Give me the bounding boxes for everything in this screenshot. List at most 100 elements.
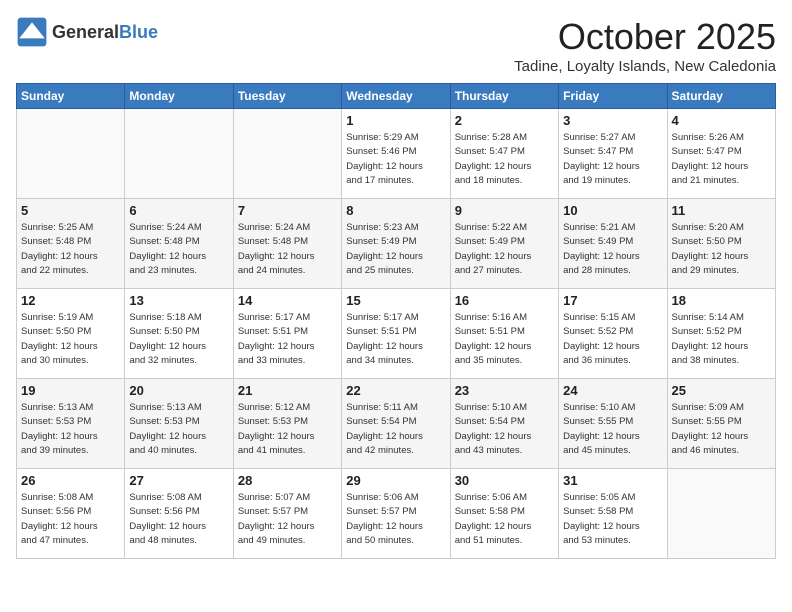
day-info: Sunrise: 5:25 AM Sunset: 5:48 PM Dayligh… bbox=[21, 221, 120, 278]
calendar-cell: 28 Sunrise: 5:07 AM Sunset: 5:57 PM Dayli… bbox=[233, 469, 341, 559]
day-number: 11 bbox=[672, 203, 771, 218]
day-info: Sunrise: 5:17 AM Sunset: 5:51 PM Dayligh… bbox=[346, 311, 445, 368]
weekday-header-sunday: Sunday bbox=[17, 84, 125, 109]
day-info: Sunrise: 5:10 AM Sunset: 5:55 PM Dayligh… bbox=[563, 401, 662, 458]
day-info: Sunrise: 5:21 AM Sunset: 5:49 PM Dayligh… bbox=[563, 221, 662, 278]
calendar-cell: 8 Sunrise: 5:23 AM Sunset: 5:49 PM Daylig… bbox=[342, 199, 450, 289]
weekday-header-friday: Friday bbox=[559, 84, 667, 109]
calendar-cell: 31Sunrise: 5:05 AM Sunset: 5:58 PM Dayli… bbox=[559, 469, 667, 559]
day-number: 24 bbox=[563, 383, 662, 398]
day-number: 17 bbox=[563, 293, 662, 308]
day-info: Sunrise: 5:13 AM Sunset: 5:53 PM Dayligh… bbox=[129, 401, 228, 458]
calendar-cell: 10 Sunrise: 5:21 AM Sunset: 5:49 PM Dayli… bbox=[559, 199, 667, 289]
day-info: Sunrise: 5:22 AM Sunset: 5:49 PM Dayligh… bbox=[455, 221, 554, 278]
day-info: Sunrise: 5:07 AM Sunset: 5:57 PM Dayligh… bbox=[238, 491, 337, 548]
weekday-header-row: SundayMondayTuesdayWednesdayThursdayFrid… bbox=[17, 84, 776, 109]
calendar-cell bbox=[667, 469, 775, 559]
calendar-cell: 27 Sunrise: 5:08 AM Sunset: 5:56 PM Dayli… bbox=[125, 469, 233, 559]
day-info: Sunrise: 5:10 AM Sunset: 5:54 PM Dayligh… bbox=[455, 401, 554, 458]
calendar-cell: 1Sunrise: 5:29 AM Sunset: 5:46 PM Daylig… bbox=[342, 109, 450, 199]
day-number: 2 bbox=[455, 113, 554, 128]
day-info: Sunrise: 5:09 AM Sunset: 5:55 PM Dayligh… bbox=[672, 401, 771, 458]
day-number: 14 bbox=[238, 293, 337, 308]
calendar-week-3: 12Sunrise: 5:19 AM Sunset: 5:50 PM Dayli… bbox=[17, 289, 776, 379]
day-info: Sunrise: 5:15 AM Sunset: 5:52 PM Dayligh… bbox=[563, 311, 662, 368]
day-info: Sunrise: 5:23 AM Sunset: 5:49 PM Dayligh… bbox=[346, 221, 445, 278]
day-number: 28 bbox=[238, 473, 337, 488]
day-info: Sunrise: 5:24 AM Sunset: 5:48 PM Dayligh… bbox=[129, 221, 228, 278]
day-number: 23 bbox=[455, 383, 554, 398]
calendar-cell: 13 Sunrise: 5:18 AM Sunset: 5:50 PM Dayli… bbox=[125, 289, 233, 379]
day-info: Sunrise: 5:18 AM Sunset: 5:50 PM Dayligh… bbox=[129, 311, 228, 368]
day-number: 3 bbox=[563, 113, 662, 128]
calendar-title: October 2025 bbox=[514, 16, 776, 58]
day-number: 5 bbox=[21, 203, 120, 218]
day-info: Sunrise: 5:08 AM Sunset: 5:56 PM Dayligh… bbox=[21, 491, 120, 548]
day-number: 18 bbox=[672, 293, 771, 308]
calendar-cell: 29Sunrise: 5:06 AM Sunset: 5:57 PM Dayli… bbox=[342, 469, 450, 559]
weekday-header-saturday: Saturday bbox=[667, 84, 775, 109]
day-info: Sunrise: 5:08 AM Sunset: 5:56 PM Dayligh… bbox=[129, 491, 228, 548]
day-number: 12 bbox=[21, 293, 120, 308]
day-number: 10 bbox=[563, 203, 662, 218]
calendar-cell: 6 Sunrise: 5:24 AM Sunset: 5:48 PM Daylig… bbox=[125, 199, 233, 289]
day-number: 8 bbox=[346, 203, 445, 218]
calendar-week-2: 5 Sunrise: 5:25 AM Sunset: 5:48 PM Daylig… bbox=[17, 199, 776, 289]
logo-icon bbox=[16, 16, 48, 48]
weekday-header-thursday: Thursday bbox=[450, 84, 558, 109]
calendar-cell: 7 Sunrise: 5:24 AM Sunset: 5:48 PM Daylig… bbox=[233, 199, 341, 289]
calendar-cell: 4 Sunrise: 5:26 AM Sunset: 5:47 PM Daylig… bbox=[667, 109, 775, 199]
day-number: 30 bbox=[455, 473, 554, 488]
calendar-week-4: 19Sunrise: 5:13 AM Sunset: 5:53 PM Dayli… bbox=[17, 379, 776, 469]
day-number: 9 bbox=[455, 203, 554, 218]
day-number: 31 bbox=[563, 473, 662, 488]
day-info: Sunrise: 5:11 AM Sunset: 5:54 PM Dayligh… bbox=[346, 401, 445, 458]
calendar-cell: 19Sunrise: 5:13 AM Sunset: 5:53 PM Dayli… bbox=[17, 379, 125, 469]
page-header: General Blue October 2025 Tadine, Loyalt… bbox=[16, 16, 776, 75]
calendar-week-1: 1Sunrise: 5:29 AM Sunset: 5:46 PM Daylig… bbox=[17, 109, 776, 199]
day-number: 6 bbox=[129, 203, 228, 218]
calendar-table: SundayMondayTuesdayWednesdayThursdayFrid… bbox=[16, 83, 776, 559]
calendar-cell: 23 Sunrise: 5:10 AM Sunset: 5:54 PM Dayli… bbox=[450, 379, 558, 469]
logo-general: General bbox=[52, 22, 119, 43]
day-number: 7 bbox=[238, 203, 337, 218]
day-info: Sunrise: 5:12 AM Sunset: 5:53 PM Dayligh… bbox=[238, 401, 337, 458]
calendar-cell: 22Sunrise: 5:11 AM Sunset: 5:54 PM Dayli… bbox=[342, 379, 450, 469]
calendar-week-5: 26 Sunrise: 5:08 AM Sunset: 5:56 PM Dayli… bbox=[17, 469, 776, 559]
day-number: 25 bbox=[672, 383, 771, 398]
logo: General Blue bbox=[16, 16, 158, 48]
day-number: 20 bbox=[129, 383, 228, 398]
calendar-cell: 17 Sunrise: 5:15 AM Sunset: 5:52 PM Dayli… bbox=[559, 289, 667, 379]
calendar-cell bbox=[233, 109, 341, 199]
day-info: Sunrise: 5:24 AM Sunset: 5:48 PM Dayligh… bbox=[238, 221, 337, 278]
day-info: Sunrise: 5:26 AM Sunset: 5:47 PM Dayligh… bbox=[672, 131, 771, 188]
calendar-cell: 16 Sunrise: 5:16 AM Sunset: 5:51 PM Dayli… bbox=[450, 289, 558, 379]
day-number: 15 bbox=[346, 293, 445, 308]
day-info: Sunrise: 5:16 AM Sunset: 5:51 PM Dayligh… bbox=[455, 311, 554, 368]
calendar-cell: 18Sunrise: 5:14 AM Sunset: 5:52 PM Dayli… bbox=[667, 289, 775, 379]
day-number: 13 bbox=[129, 293, 228, 308]
day-info: Sunrise: 5:06 AM Sunset: 5:57 PM Dayligh… bbox=[346, 491, 445, 548]
day-number: 4 bbox=[672, 113, 771, 128]
day-number: 21 bbox=[238, 383, 337, 398]
calendar-cell: 9 Sunrise: 5:22 AM Sunset: 5:49 PM Daylig… bbox=[450, 199, 558, 289]
calendar-cell: 30Sunrise: 5:06 AM Sunset: 5:58 PM Dayli… bbox=[450, 469, 558, 559]
calendar-location: Tadine, Loyalty Islands, New Caledonia bbox=[514, 58, 776, 75]
weekday-header-tuesday: Tuesday bbox=[233, 84, 341, 109]
calendar-cell: 2Sunrise: 5:28 AM Sunset: 5:47 PM Daylig… bbox=[450, 109, 558, 199]
calendar-cell: 5 Sunrise: 5:25 AM Sunset: 5:48 PM Daylig… bbox=[17, 199, 125, 289]
logo-text: General Blue bbox=[52, 22, 158, 43]
calendar-cell: 20 Sunrise: 5:13 AM Sunset: 5:53 PM Dayli… bbox=[125, 379, 233, 469]
calendar-cell: 15 Sunrise: 5:17 AM Sunset: 5:51 PM Dayli… bbox=[342, 289, 450, 379]
day-info: Sunrise: 5:29 AM Sunset: 5:46 PM Dayligh… bbox=[346, 131, 445, 188]
day-number: 16 bbox=[455, 293, 554, 308]
calendar-cell bbox=[17, 109, 125, 199]
weekday-header-monday: Monday bbox=[125, 84, 233, 109]
calendar-cell: 14Sunrise: 5:17 AM Sunset: 5:51 PM Dayli… bbox=[233, 289, 341, 379]
calendar-cell: 26 Sunrise: 5:08 AM Sunset: 5:56 PM Dayli… bbox=[17, 469, 125, 559]
day-info: Sunrise: 5:13 AM Sunset: 5:53 PM Dayligh… bbox=[21, 401, 120, 458]
day-number: 27 bbox=[129, 473, 228, 488]
calendar-cell: 12Sunrise: 5:19 AM Sunset: 5:50 PM Dayli… bbox=[17, 289, 125, 379]
calendar-cell: 21 Sunrise: 5:12 AM Sunset: 5:53 PM Dayli… bbox=[233, 379, 341, 469]
day-number: 26 bbox=[21, 473, 120, 488]
